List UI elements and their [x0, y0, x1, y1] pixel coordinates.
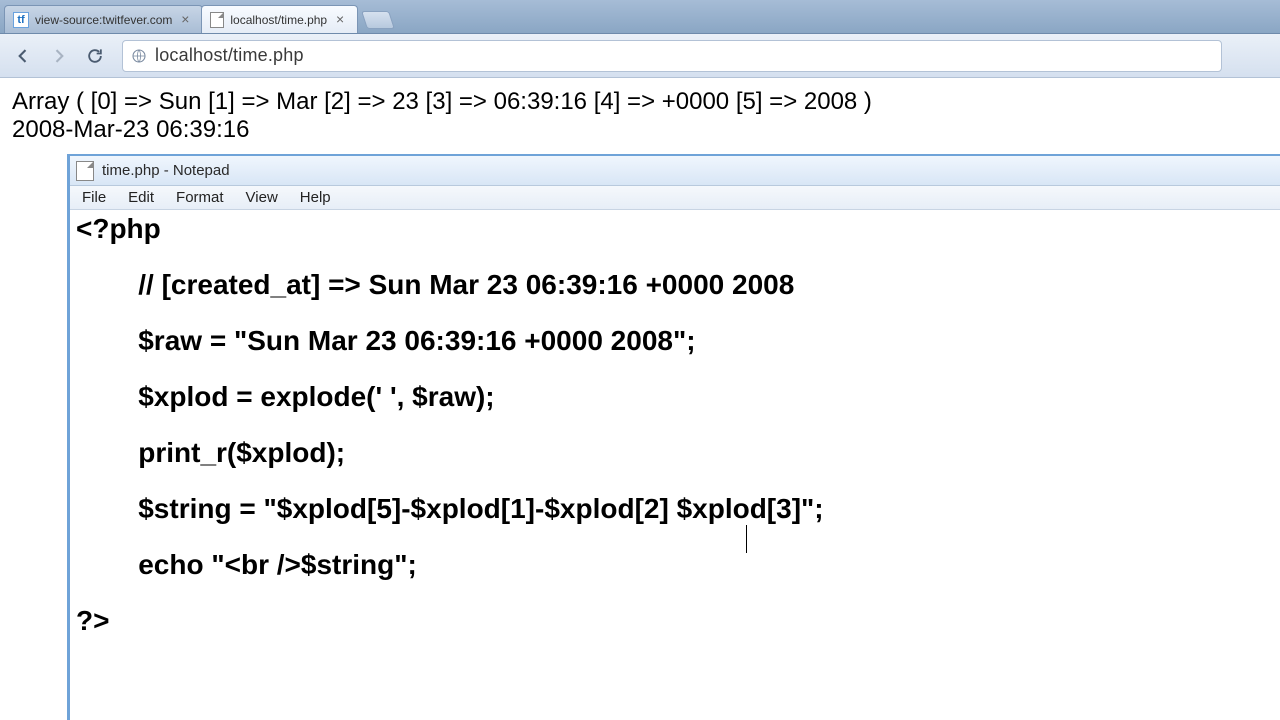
code-line: // [created_at] => Sun Mar 23 06:39:16 +… — [76, 269, 794, 300]
menu-help[interactable]: Help — [290, 187, 341, 208]
forward-button[interactable] — [44, 41, 74, 71]
browser-toolbar: localhost/time.php — [0, 34, 1280, 78]
close-icon[interactable]: × — [333, 13, 347, 27]
menu-edit[interactable]: Edit — [118, 187, 164, 208]
reload-button[interactable] — [80, 41, 110, 71]
code-line: print_r($xplod); — [76, 437, 345, 468]
notepad-editor[interactable]: <?php // [created_at] => Sun Mar 23 06:3… — [70, 211, 1280, 720]
menu-view[interactable]: View — [236, 187, 288, 208]
close-icon[interactable]: × — [178, 13, 192, 27]
tab-strip: tf view-source:twitfever.com × localhost… — [0, 0, 1280, 34]
reload-icon — [85, 46, 105, 66]
text-caret — [746, 525, 747, 553]
tab-title: localhost/time.php — [230, 13, 327, 27]
notepad-title: time.php - Notepad — [102, 162, 230, 179]
code-line: <?php — [76, 213, 161, 244]
back-button[interactable] — [8, 41, 38, 71]
tab-twitfever[interactable]: tf view-source:twitfever.com × — [4, 5, 203, 33]
favicon-twitfever: tf — [13, 12, 29, 28]
notepad-titlebar[interactable]: time.php - Notepad — [70, 156, 1280, 186]
arrow-left-icon — [13, 46, 33, 66]
menu-file[interactable]: File — [72, 187, 116, 208]
address-bar[interactable]: localhost/time.php — [122, 40, 1222, 72]
tab-title: view-source:twitfever.com — [35, 13, 172, 27]
notepad-window: time.php - Notepad File Edit Format View… — [67, 154, 1280, 720]
notepad-menubar: File Edit Format View Help — [70, 186, 1280, 210]
arrow-right-icon — [49, 46, 69, 66]
code-line: echo "<br />$string"; — [76, 549, 417, 580]
notepad-file-icon — [76, 161, 94, 181]
page-content: Array ( [0] => Sun [1] => Mar [2] => 23 … — [0, 78, 1280, 153]
favicon-document-icon — [210, 12, 224, 28]
code-line: ?> — [76, 605, 109, 636]
globe-icon — [131, 48, 147, 64]
code-line: $xplod = explode(' ', $raw); — [76, 381, 495, 412]
code-line: $raw = "Sun Mar 23 06:39:16 +0000 2008"; — [76, 325, 696, 356]
tab-timephp[interactable]: localhost/time.php × — [201, 5, 358, 33]
php-output-array: Array ( [0] => Sun [1] => Mar [2] => 23 … — [12, 88, 1268, 116]
menu-format[interactable]: Format — [166, 187, 234, 208]
new-tab-button[interactable] — [361, 11, 395, 29]
php-output-string: 2008-Mar-23 06:39:16 — [12, 116, 1268, 144]
url-text: localhost/time.php — [155, 45, 304, 66]
code-line: $string = "$xplod[5]-$xplod[1]-$xplod[2]… — [76, 493, 824, 524]
